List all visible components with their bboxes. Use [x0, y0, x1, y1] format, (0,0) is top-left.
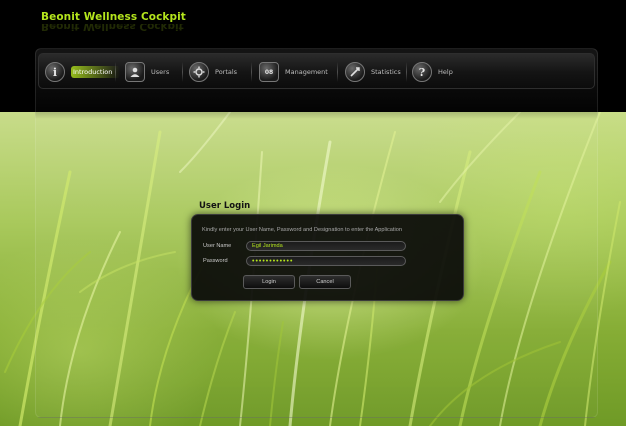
nav-label: Portals	[215, 68, 238, 76]
info-icon: i	[45, 62, 65, 82]
login-panel: Kindly enter your User Name, Password an…	[191, 214, 464, 301]
portals-icon	[189, 62, 209, 82]
nav-label: Statistics	[371, 68, 401, 76]
password-input[interactable]	[246, 256, 406, 266]
statistics-icon	[345, 62, 365, 82]
users-icon	[125, 62, 145, 82]
nav-divider	[337, 62, 338, 82]
username-label: User Name	[203, 243, 232, 249]
login-title: User Login	[199, 201, 251, 211]
nav-divider	[406, 62, 407, 82]
nav-item-management[interactable]: 08 Management	[259, 59, 328, 85]
nav-label: Management	[285, 68, 328, 76]
main-navbar: i Introduction Users Portals 08 Manageme…	[38, 53, 595, 89]
app-title-reflection: Beonit Wellness Cockpit	[41, 24, 184, 32]
nav-divider	[115, 62, 116, 82]
nav-divider	[251, 62, 252, 82]
help-icon: ?	[412, 62, 432, 82]
nav-divider	[182, 62, 183, 82]
nav-item-statistics[interactable]: Statistics	[345, 59, 401, 85]
nav-label: Introduction	[71, 66, 121, 78]
login-instructions: Kindly enter your User Name, Password an…	[202, 227, 402, 233]
cancel-button[interactable]: Cancel	[299, 275, 351, 289]
password-label: Password	[203, 258, 228, 264]
nav-item-introduction[interactable]: i Introduction	[45, 59, 121, 85]
calendar-icon: 08	[259, 62, 279, 82]
nav-item-users[interactable]: Users	[125, 59, 169, 85]
nav-item-portals[interactable]: Portals	[189, 59, 237, 85]
app-title: Beonit Wellness Cockpit	[41, 11, 186, 23]
username-input[interactable]	[246, 241, 406, 251]
nav-label: Help	[438, 68, 453, 76]
nav-item-help[interactable]: ? Help	[412, 59, 453, 85]
nav-label: Users	[151, 68, 170, 76]
login-button[interactable]: Login	[243, 275, 295, 289]
